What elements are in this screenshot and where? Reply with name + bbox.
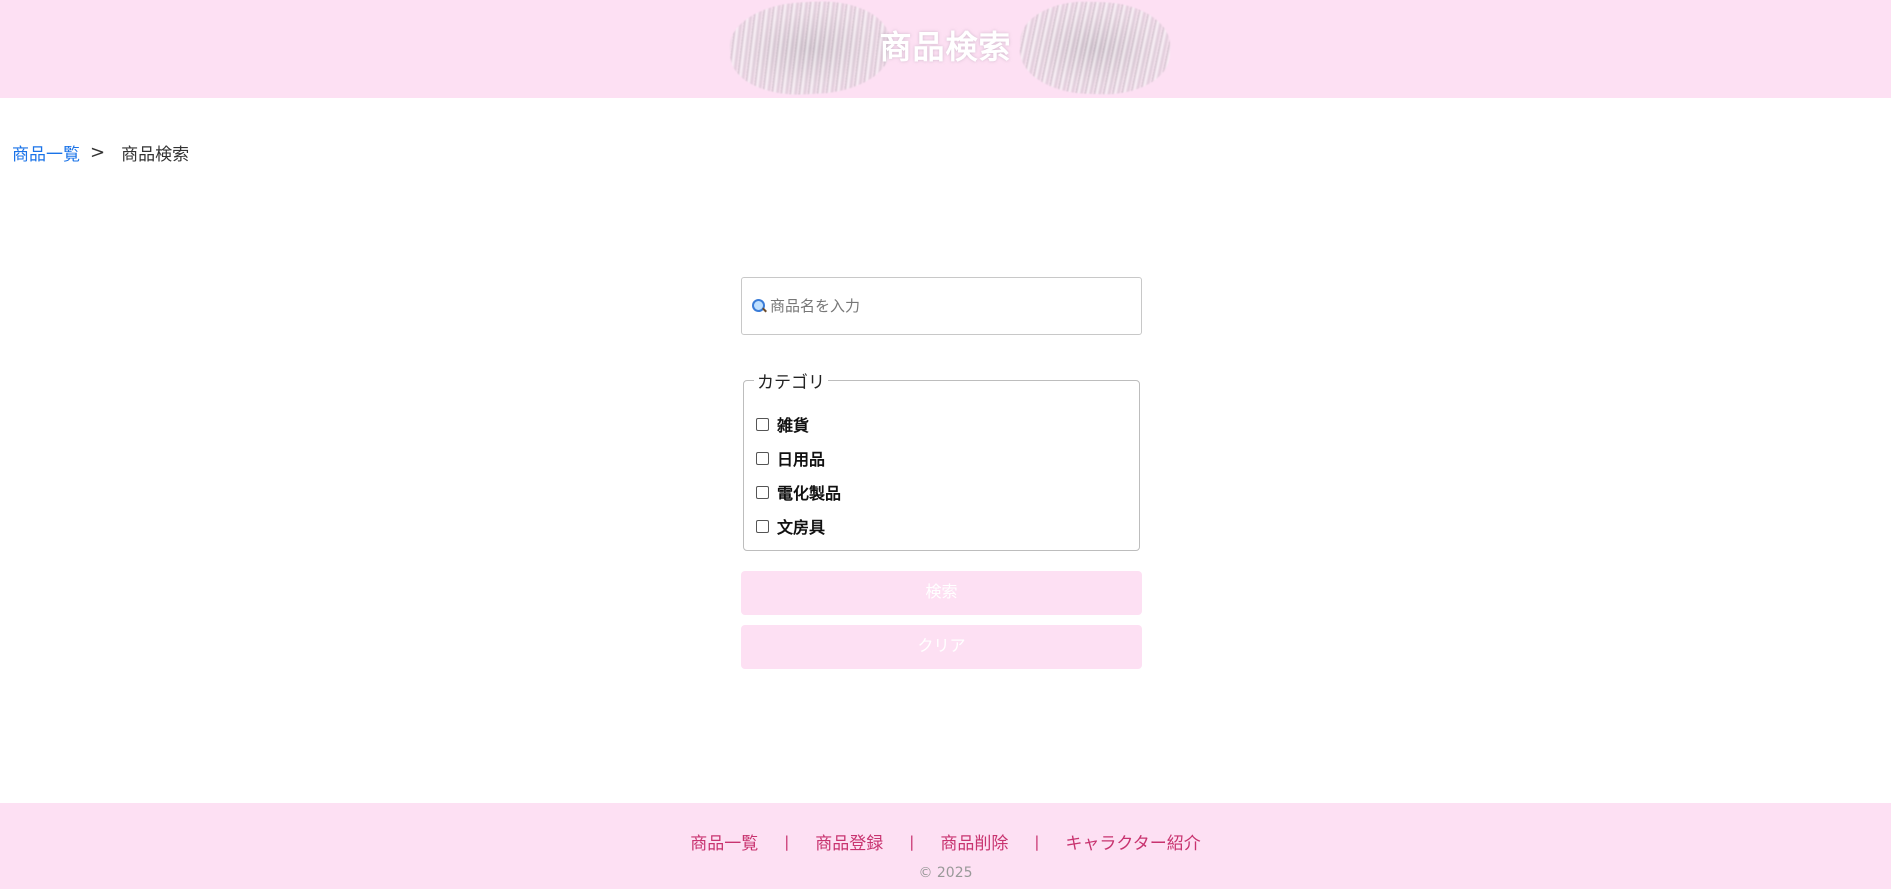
category-option-label: 文房具	[777, 518, 826, 537]
checkbox[interactable]	[756, 485, 769, 499]
footer-link-product-delete[interactable]: 商品削除	[940, 829, 1008, 854]
site-footer: 商品一覧 | 商品登録 | 商品削除 | キャラクター紹介 © 2025	[0, 803, 1891, 889]
checkbox[interactable]	[756, 451, 769, 465]
footer-link-product-register[interactable]: 商品登録	[815, 829, 883, 854]
category-option-label: 日用品	[777, 450, 826, 469]
category-fieldset: カテゴリ 雑貨 日用品 電化製品 文房具	[743, 368, 1140, 551]
clear-button[interactable]: クリア	[741, 625, 1142, 669]
checkbox[interactable]	[756, 417, 769, 431]
checkbox[interactable]	[756, 519, 769, 533]
category-option-stationery[interactable]: 文房具	[756, 509, 1127, 543]
category-option-electronics[interactable]: 電化製品	[756, 475, 1127, 509]
breadcrumb-link-product-list[interactable]: 商品一覧	[12, 140, 80, 165]
footer-divider: |	[909, 832, 915, 851]
footer-nav: 商品一覧 | 商品登録 | 商品削除 | キャラクター紹介	[0, 829, 1891, 855]
footer-divider: |	[1034, 832, 1040, 851]
magnifier-icon	[752, 298, 767, 314]
category-legend: カテゴリ	[757, 373, 825, 393]
copyright: © 2025	[918, 865, 973, 881]
footer-link-characters[interactable]: キャラクター紹介	[1065, 829, 1200, 854]
breadcrumb-separator: >	[90, 142, 106, 163]
category-option-label: 雑貨	[777, 416, 810, 435]
breadcrumb-current: 商品検索	[121, 145, 190, 165]
category-option-zakka[interactable]: 雑貨	[756, 407, 1127, 441]
product-name-input[interactable]	[770, 297, 1130, 315]
category-option-daily-goods[interactable]: 日用品	[756, 441, 1127, 475]
category-option-label: 電化製品	[777, 484, 842, 503]
site-header: 商品検索	[0, 0, 1891, 99]
breadcrumb: 商品一覧 > 商品検索	[12, 140, 189, 165]
footer-divider: |	[784, 832, 790, 851]
search-button[interactable]: 検索	[741, 571, 1142, 615]
page-title: 商品検索	[879, 28, 1012, 66]
footer-link-product-list[interactable]: 商品一覧	[690, 829, 758, 854]
search-box[interactable]	[741, 277, 1142, 335]
